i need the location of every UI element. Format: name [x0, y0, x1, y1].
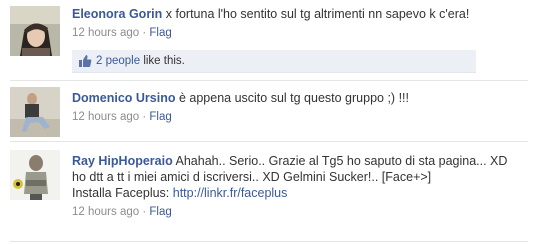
comment-text: x fortuna l'ho sentito sul tg altrimenti…	[162, 7, 470, 21]
timestamp: 12 hours ago	[72, 111, 140, 123]
comment-author[interactable]: Ray HipHoperaio	[72, 154, 173, 168]
app-install-text: Installa Faceplus:	[72, 186, 173, 200]
meta-separator: ·	[139, 206, 150, 218]
divider	[10, 141, 528, 142]
flag-link[interactable]: Flag	[149, 27, 171, 39]
like-count-link[interactable]: 2 people	[96, 55, 140, 67]
divider	[10, 241, 528, 242]
avatar-photo	[10, 87, 60, 137]
likes-bar: 2 people like this.	[72, 50, 476, 73]
avatar-photo	[10, 6, 60, 56]
avatar[interactable]	[10, 150, 60, 200]
flag-link[interactable]: Flag	[149, 206, 171, 218]
thumbs-up-icon	[78, 54, 92, 76]
comment-meta: 12 hours ago · Flag	[72, 204, 512, 220]
divider	[10, 80, 528, 81]
avatar-photo	[10, 150, 60, 200]
meta-separator: ·	[139, 111, 150, 123]
flag-link[interactable]: Flag	[149, 111, 171, 123]
timestamp: 12 hours ago	[72, 27, 140, 39]
like-suffix: like this.	[140, 55, 185, 67]
comment-author[interactable]: Domenico Ursino	[72, 91, 176, 105]
avatar[interactable]	[10, 6, 60, 56]
faceplus-link[interactable]: http://linkr.fr/faceplus	[173, 186, 288, 200]
comment-author[interactable]: Eleonora Gorin	[72, 7, 162, 21]
meta-separator: ·	[139, 27, 150, 39]
timestamp: 12 hours ago	[72, 206, 140, 218]
comment-meta: 12 hours ago · Flag	[72, 109, 532, 125]
avatar[interactable]	[10, 87, 60, 137]
comment-text: è appena uscito sul tg questo gruppo ;) …	[175, 91, 409, 105]
comment-meta: 12 hours ago · Flag	[72, 25, 532, 41]
